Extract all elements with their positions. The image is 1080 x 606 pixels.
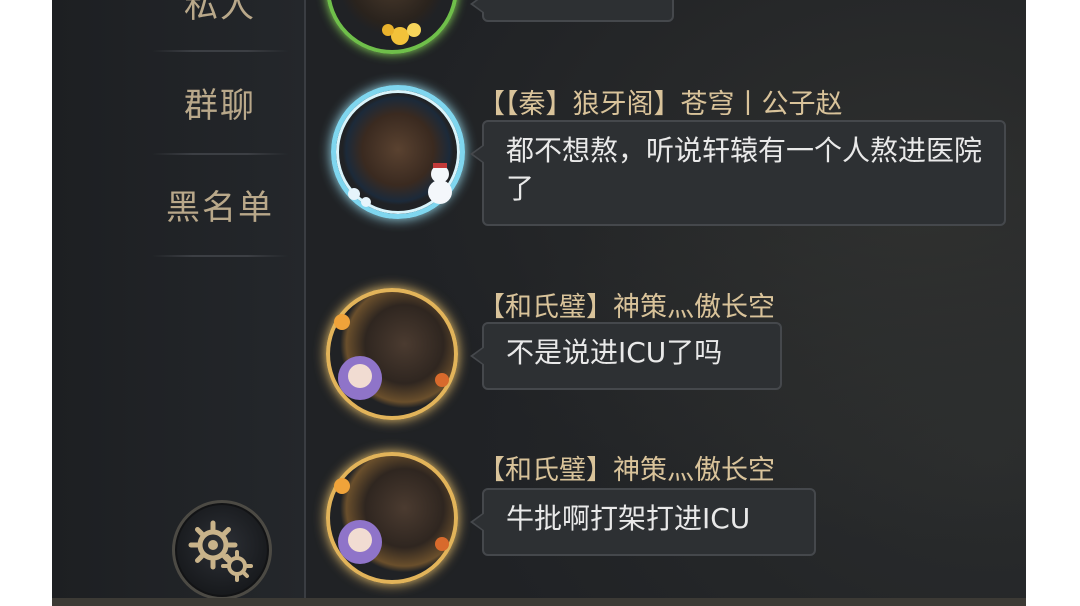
companion-portrait-icon xyxy=(334,314,449,400)
companion-portrait-icon xyxy=(334,478,449,564)
bottom-border xyxy=(52,598,1026,606)
sidebar-item-blacklist[interactable]: 黑名单 xyxy=(152,154,288,254)
snowman-icon xyxy=(348,163,452,207)
message-text: 牛批啊打架打进ICU xyxy=(506,502,751,535)
sidebar-item-label: 私人 xyxy=(184,0,256,26)
message-bubble: 不是说进ICU了吗 xyxy=(470,322,782,390)
flower-decoration-icon xyxy=(382,23,421,45)
sidebar-item-group-chat[interactable]: 群聊 xyxy=(152,52,288,152)
avatar[interactable] xyxy=(326,452,458,584)
avatar[interactable] xyxy=(326,0,458,54)
message-bubble: 牛批啊打架打进ICU xyxy=(470,488,816,556)
avatar[interactable] xyxy=(326,288,458,420)
avatar[interactable] xyxy=(331,85,465,219)
sidebar-item-label: 群聊 xyxy=(184,85,256,126)
chat-sidebar: 私人 群聊 黑名单 xyxy=(52,0,306,606)
sender-name: 【和氏璧】神策灬傲长空 xyxy=(478,292,775,323)
sidebar-item-private[interactable]: 私人 xyxy=(152,0,288,52)
settings-button[interactable] xyxy=(172,500,272,600)
chat-window: 私人 群聊 黑名单 【【秦】狼牙阁】苍穹丨公子赵 都不想熬，听说轩辕有一个人熬进… xyxy=(52,0,1026,606)
sender-name: 【和氏璧】神策灬傲长空 xyxy=(478,455,775,486)
message-bubble xyxy=(470,0,674,22)
message-text: 不是说进ICU了吗 xyxy=(506,336,723,369)
sender-name: 【【秦】狼牙阁】苍穹丨公子赵 xyxy=(478,89,843,120)
chat-message-area[interactable]: 【【秦】狼牙阁】苍穹丨公子赵 都不想熬，听说轩辕有一个人熬进医院了 【和氏璧】神… xyxy=(306,0,1026,606)
sidebar-item-label: 黑名单 xyxy=(166,187,274,228)
sidebar-divider xyxy=(152,255,288,257)
gear-icon xyxy=(188,520,253,582)
message-text: 都不想熬，听说轩辕有一个人熬进医院了 xyxy=(506,134,983,205)
message-bubble: 都不想熬，听说轩辕有一个人熬进医院了 xyxy=(470,120,1006,226)
